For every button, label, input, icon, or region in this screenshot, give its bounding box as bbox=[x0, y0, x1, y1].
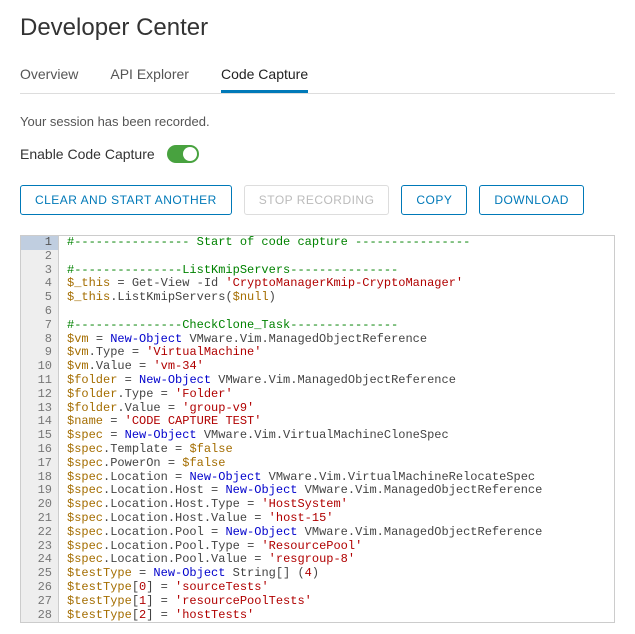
code-row: 2 bbox=[21, 250, 614, 264]
stop-recording-button: STOP RECORDING bbox=[244, 185, 390, 215]
line-number: 25 bbox=[21, 567, 59, 581]
line-number: 3 bbox=[21, 264, 59, 278]
code-line: $spec.Location.Host.Type = 'HostSystem' bbox=[59, 498, 356, 512]
code-row: 14$name = 'CODE CAPTURE TEST' bbox=[21, 415, 614, 429]
line-number: 14 bbox=[21, 415, 59, 429]
line-number: 18 bbox=[21, 471, 59, 485]
code-row: 5$_this.ListKmipServers($null) bbox=[21, 291, 614, 305]
code-row: 8$vm = New-Object VMware.Vim.ManagedObje… bbox=[21, 333, 614, 347]
page-title: Developer Center bbox=[20, 14, 615, 42]
line-number: 15 bbox=[21, 429, 59, 443]
clear-button[interactable]: CLEAR AND START ANOTHER bbox=[20, 185, 232, 215]
code-line: $spec = New-Object VMware.Vim.VirtualMac… bbox=[59, 429, 457, 443]
line-number: 17 bbox=[21, 457, 59, 471]
code-row: 16$spec.Template = $false bbox=[21, 443, 614, 457]
code-line: $vm = New-Object VMware.Vim.ManagedObjec… bbox=[59, 333, 435, 347]
code-row: 10$vm.Value = 'vm-34' bbox=[21, 360, 614, 374]
copy-button[interactable]: COPY bbox=[401, 185, 467, 215]
download-button[interactable]: DOWNLOAD bbox=[479, 185, 584, 215]
code-line: #---------------- Start of code capture … bbox=[59, 236, 478, 250]
code-row: 21$spec.Location.Host.Value = 'host-15' bbox=[21, 512, 614, 526]
code-row: 23$spec.Location.Pool.Type = 'ResourcePo… bbox=[21, 540, 614, 554]
code-line: $spec.PowerOn = $false bbox=[59, 457, 233, 471]
code-line bbox=[59, 305, 75, 319]
code-row: 13$folder.Value = 'group-v9' bbox=[21, 402, 614, 416]
button-row: CLEAR AND START ANOTHER STOP RECORDING C… bbox=[20, 185, 615, 215]
code-row: 28$testType[2] = 'hostTests' bbox=[21, 609, 614, 623]
code-line: $spec.Location = New-Object VMware.Vim.V… bbox=[59, 471, 543, 485]
line-number: 22 bbox=[21, 526, 59, 540]
code-row: 20$spec.Location.Host.Type = 'HostSystem… bbox=[21, 498, 614, 512]
session-message: Your session has been recorded. bbox=[20, 114, 615, 129]
code-row: 9$vm.Type = 'VirtualMachine' bbox=[21, 346, 614, 360]
code-row: 7#---------------CheckClone_Task--------… bbox=[21, 319, 614, 333]
tab-api-explorer[interactable]: API Explorer bbox=[110, 58, 189, 93]
line-number: 11 bbox=[21, 374, 59, 388]
line-number: 12 bbox=[21, 388, 59, 402]
toggle-label: Enable Code Capture bbox=[20, 146, 155, 162]
line-number: 9 bbox=[21, 346, 59, 360]
line-number: 1 bbox=[21, 236, 59, 250]
code-line: $spec.Template = $false bbox=[59, 443, 241, 457]
enable-code-capture-toggle[interactable] bbox=[167, 145, 199, 163]
code-line: $vm.Type = 'VirtualMachine' bbox=[59, 346, 269, 360]
code-line: $spec.Location.Pool.Type = 'ResourcePool… bbox=[59, 540, 370, 554]
code-line: $spec.Location.Pool.Value = 'resgroup-8' bbox=[59, 553, 363, 567]
code-line: $spec.Location.Host.Value = 'host-15' bbox=[59, 512, 341, 526]
code-row: 1#---------------- Start of code capture… bbox=[21, 236, 614, 250]
tabs: Overview API Explorer Code Capture bbox=[20, 58, 615, 94]
code-row: 11$folder = New-Object VMware.Vim.Manage… bbox=[21, 374, 614, 388]
code-editor[interactable]: 1#---------------- Start of code capture… bbox=[20, 235, 615, 623]
code-row: 27$testType[1] = 'resourcePoolTests' bbox=[21, 595, 614, 609]
line-number: 27 bbox=[21, 595, 59, 609]
line-number: 16 bbox=[21, 443, 59, 457]
code-line: $spec.Location.Host = New-Object VMware.… bbox=[59, 484, 550, 498]
line-number: 24 bbox=[21, 553, 59, 567]
code-line: $folder.Type = 'Folder' bbox=[59, 388, 241, 402]
code-line: #---------------ListKmipServers---------… bbox=[59, 264, 406, 278]
line-number: 2 bbox=[21, 250, 59, 264]
line-number: 21 bbox=[21, 512, 59, 526]
line-number: 20 bbox=[21, 498, 59, 512]
line-number: 4 bbox=[21, 277, 59, 291]
line-number: 10 bbox=[21, 360, 59, 374]
code-row: 25$testType = New-Object String[] (4) bbox=[21, 567, 614, 581]
code-line: $testType[1] = 'resourcePoolTests' bbox=[59, 595, 320, 609]
code-row: 15$spec = New-Object VMware.Vim.VirtualM… bbox=[21, 429, 614, 443]
line-number: 19 bbox=[21, 484, 59, 498]
code-row: 17$spec.PowerOn = $false bbox=[21, 457, 614, 471]
code-line: $name = 'CODE CAPTURE TEST' bbox=[59, 415, 269, 429]
code-line: $testType[0] = 'sourceTests' bbox=[59, 581, 277, 595]
code-row: 26$testType[0] = 'sourceTests' bbox=[21, 581, 614, 595]
code-line: $folder = New-Object VMware.Vim.ManagedO… bbox=[59, 374, 464, 388]
tab-overview[interactable]: Overview bbox=[20, 58, 78, 93]
line-number: 6 bbox=[21, 305, 59, 319]
code-line: $folder.Value = 'group-v9' bbox=[59, 402, 262, 416]
line-number: 7 bbox=[21, 319, 59, 333]
code-line: $spec.Location.Pool = New-Object VMware.… bbox=[59, 526, 550, 540]
code-line: $vm.Value = 'vm-34' bbox=[59, 360, 212, 374]
code-row: 19$spec.Location.Host = New-Object VMwar… bbox=[21, 484, 614, 498]
line-number: 26 bbox=[21, 581, 59, 595]
code-row: 6 bbox=[21, 305, 614, 319]
line-number: 13 bbox=[21, 402, 59, 416]
code-row: 24$spec.Location.Pool.Value = 'resgroup-… bbox=[21, 553, 614, 567]
code-row: 3#---------------ListKmipServers--------… bbox=[21, 264, 614, 278]
code-line: $_this = Get-View -Id 'CryptoManagerKmip… bbox=[59, 277, 471, 291]
code-line: $testType = New-Object String[] (4) bbox=[59, 567, 327, 581]
line-number: 5 bbox=[21, 291, 59, 305]
code-line: $testType[2] = 'hostTests' bbox=[59, 609, 262, 623]
line-number: 23 bbox=[21, 540, 59, 554]
code-line: $_this.ListKmipServers($null) bbox=[59, 291, 284, 305]
line-number: 28 bbox=[21, 609, 59, 623]
code-line bbox=[59, 250, 75, 264]
code-line: #---------------CheckClone_Task---------… bbox=[59, 319, 406, 333]
code-row: 18$spec.Location = New-Object VMware.Vim… bbox=[21, 471, 614, 485]
code-row: 4$_this = Get-View -Id 'CryptoManagerKmi… bbox=[21, 277, 614, 291]
code-row: 22$spec.Location.Pool = New-Object VMwar… bbox=[21, 526, 614, 540]
tab-code-capture[interactable]: Code Capture bbox=[221, 58, 308, 93]
line-number: 8 bbox=[21, 333, 59, 347]
code-row: 12$folder.Type = 'Folder' bbox=[21, 388, 614, 402]
